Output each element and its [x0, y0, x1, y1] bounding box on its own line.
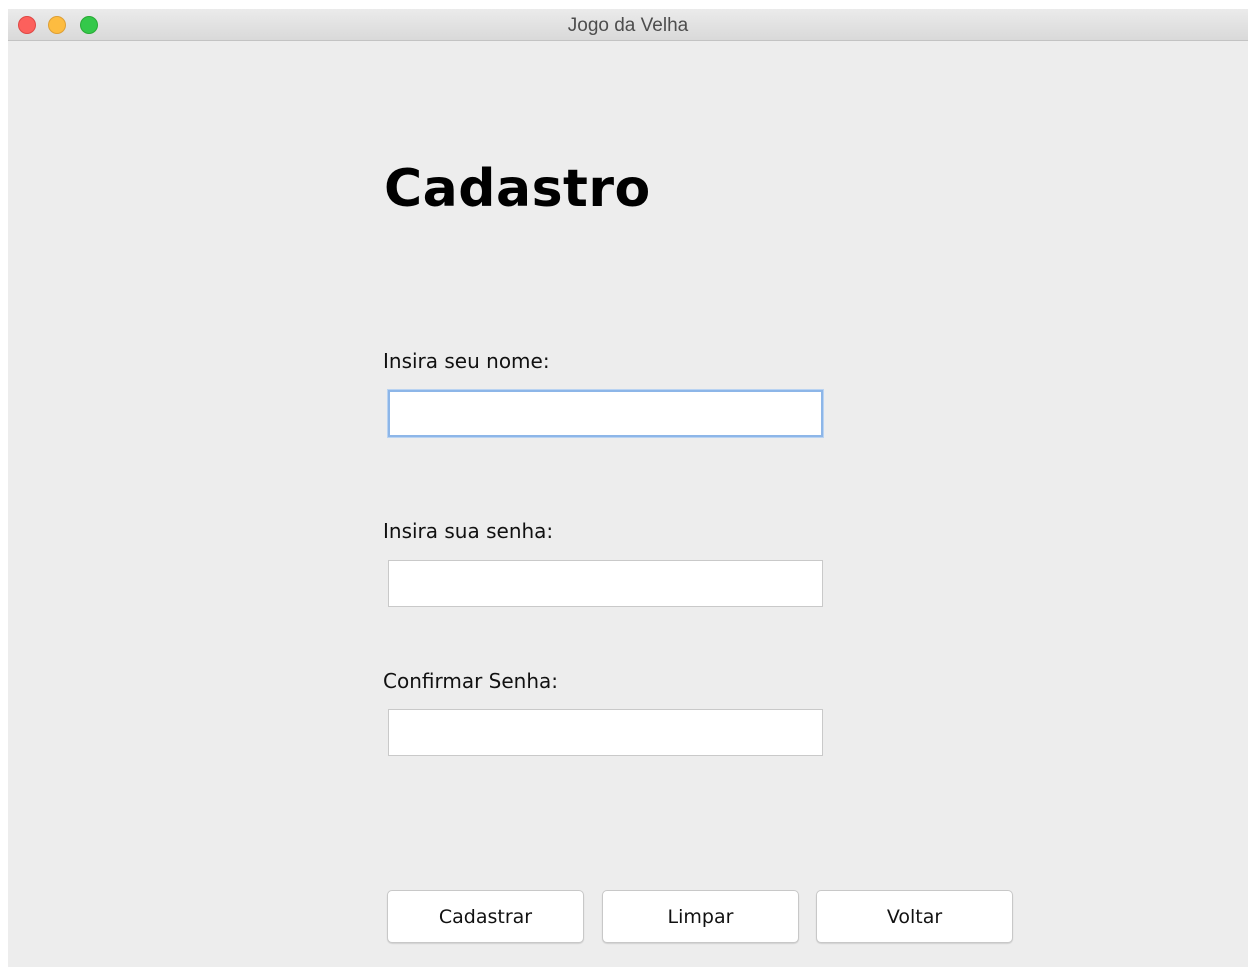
password-label: Insira sua senha:	[383, 519, 554, 543]
back-button[interactable]: Voltar	[816, 890, 1013, 943]
title-bar[interactable]: Jogo da Velha	[8, 9, 1248, 41]
confirm-password-label: Confirmar Senha:	[383, 669, 559, 693]
confirm-password-input[interactable]	[388, 709, 823, 756]
page-title: Cadastro	[384, 159, 651, 219]
name-input[interactable]	[388, 390, 823, 437]
window-title: Jogo da Velha	[567, 15, 689, 36]
register-button[interactable]: Cadastrar	[387, 890, 584, 943]
name-label: Insira seu nome:	[383, 349, 550, 373]
password-input[interactable]	[388, 560, 823, 607]
clear-button[interactable]: Limpar	[602, 890, 799, 943]
app-window: Jogo da Velha Cadastro Insira seu nome: …	[8, 9, 1248, 967]
